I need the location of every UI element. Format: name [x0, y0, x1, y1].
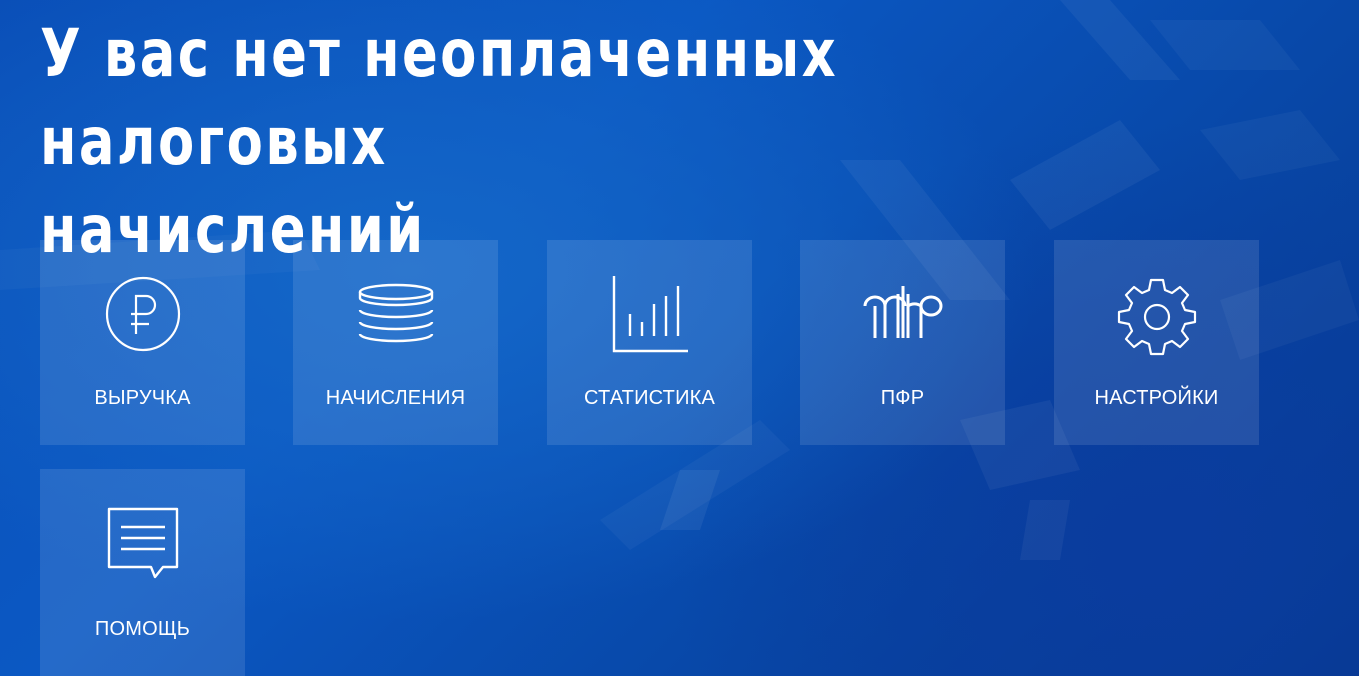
page-title: У вас нет неоплаченных налоговых начисле…	[40, 10, 1000, 274]
tile-label-accruals: НАЧИСЛЕНИЯ	[325, 387, 466, 409]
coins-stack-icon	[356, 276, 436, 356]
tile-revenue[interactable]: ВЫРУЧКА	[40, 240, 245, 445]
tile-settings[interactable]: НАСТРОЙКИ	[1054, 240, 1259, 445]
ruble-icon	[103, 276, 183, 356]
tile-label-pfr: ПФР	[880, 387, 925, 409]
tile-label-settings: НАСТРОЙКИ	[1094, 387, 1219, 409]
tile-accruals[interactable]: НАЧИСЛЕНИЯ	[293, 240, 498, 445]
tile-help[interactable]: ПОМОЩЬ	[40, 469, 245, 676]
tile-label-help: ПОМОЩЬ	[94, 618, 191, 640]
tile-label-statistics: СТАТИСТИКА	[583, 387, 716, 409]
tile-label-revenue: ВЫРУЧКА	[94, 387, 191, 409]
tile-pfr[interactable]: ПФР	[800, 240, 1005, 445]
chat-message-icon	[103, 505, 183, 585]
bar-chart-icon	[610, 276, 690, 356]
title-line-1: У вас нет неоплаченных налоговых	[40, 15, 839, 180]
gear-icon	[1117, 276, 1197, 356]
tile-statistics[interactable]: СТАТИСТИКА	[547, 240, 752, 445]
pfr-logo-icon	[863, 276, 943, 356]
